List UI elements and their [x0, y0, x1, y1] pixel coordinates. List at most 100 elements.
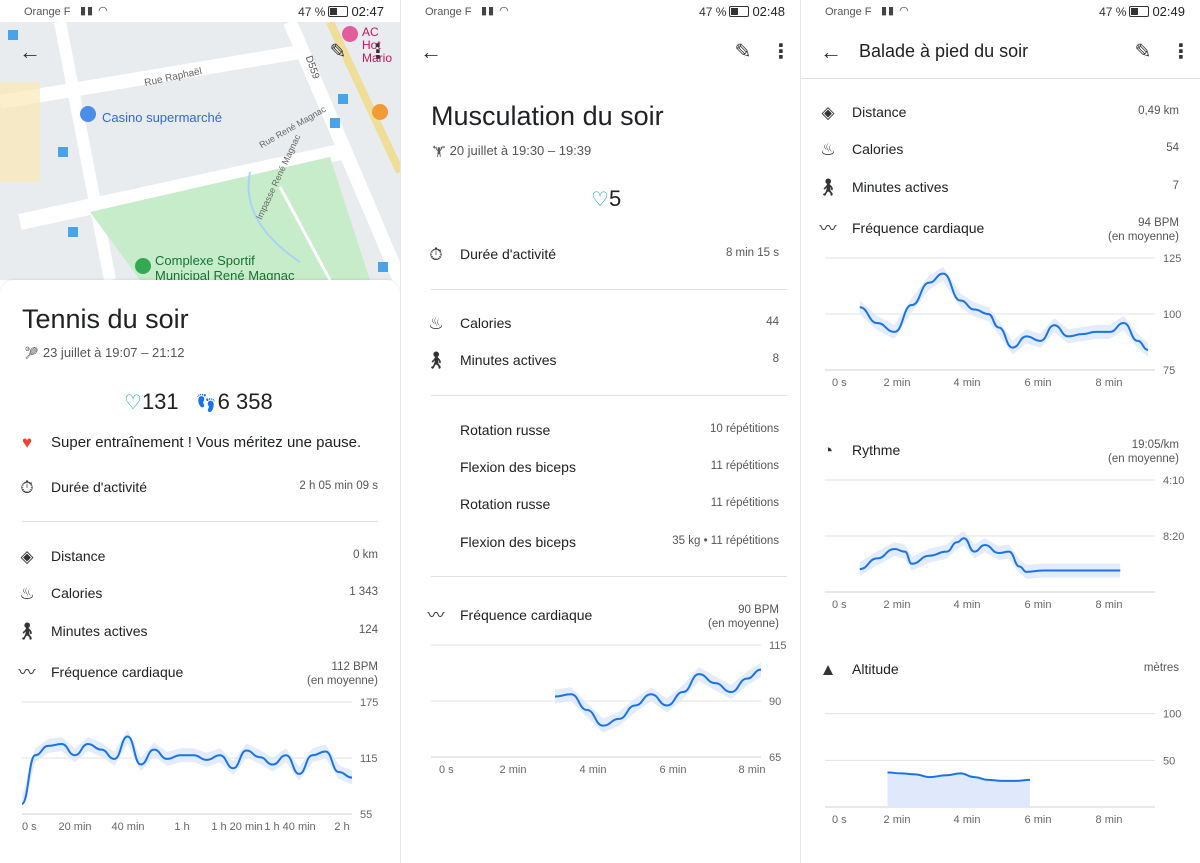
- row-duration: ⏱ Durée d'activité 8 min 15 s: [425, 242, 787, 268]
- y-tick-label: 65: [769, 752, 781, 764]
- walking-icon: 🚶︎: [817, 178, 839, 197]
- heart-rate-value: 94 BPM (en moyenne): [1108, 216, 1179, 244]
- clock: 02:49: [1152, 4, 1185, 19]
- exercise-name: Flexion des biceps: [460, 534, 576, 550]
- distance-value: 0 km: [353, 549, 378, 561]
- back-arrow-icon[interactable]: ←: [817, 38, 845, 66]
- x-tick-label: 2 min: [500, 764, 527, 776]
- activity-date: 🏋︎ 20 juillet à 19:30 – 19:39: [432, 143, 591, 158]
- balade-heart-rate-svg: 125 100 75 0 s 2 min 4 min 6 min 8 min: [825, 253, 1181, 389]
- page-title: Balade à pied du soir: [859, 41, 1029, 61]
- battery-icon: [729, 6, 750, 17]
- stats-summary: ♡5: [591, 186, 621, 212]
- heart-rate-sub: (en moyenne): [307, 675, 378, 687]
- tennis-icon: 🎾︎: [24, 346, 40, 360]
- more-options-icon[interactable]: ⋮: [769, 38, 793, 66]
- battery-icon: [1129, 6, 1150, 17]
- app-bar: ← Balade à pied du soir ✎ ⋮: [801, 30, 1200, 79]
- battery-icon: [328, 6, 349, 17]
- x-tick-label: 20 min: [58, 821, 91, 833]
- row-distance: ◈ Distance 0 km: [16, 544, 386, 570]
- exercise-item[interactable]: Flexion des biceps 35 kg • 11 répétition…: [425, 530, 787, 556]
- row-duration: ⏱ Durée d'activité 2 h 05 min 09 s: [16, 475, 386, 501]
- row-heart-rate: 〰 Fréquence cardiaque 94 BPM (en moyenne): [817, 216, 1187, 244]
- motivation-message: ♥ Super entraînement ! Vous méritez une …: [16, 430, 386, 456]
- divider: [22, 521, 378, 522]
- duration-label: Durée d'activité: [460, 246, 557, 262]
- exercise-item[interactable]: Rotation russe 10 répétitions: [425, 418, 787, 444]
- divider: [431, 576, 787, 577]
- row-active-minutes: 🚶︎ Minutes actives 8: [425, 348, 787, 374]
- pace-per-km: 19:05/km: [1131, 439, 1179, 451]
- y-tick-label: 100: [1163, 309, 1181, 321]
- heart-rate-label: Fréquence cardiaque: [51, 664, 184, 680]
- status-right: 47 % 02:48: [699, 4, 785, 19]
- mountain-icon: ▲: [819, 660, 837, 679]
- map-poi-casino[interactable]: Casino supermarché: [102, 110, 222, 125]
- range-band: [859, 531, 1121, 579]
- exercise-name: Rotation russe: [460, 422, 551, 438]
- x-tick-label: 6 min: [1025, 377, 1052, 389]
- row-heart-rate: 〰 Fréquence cardiaque 112 BPM (en moyenne…: [16, 660, 386, 687]
- edit-pencil-icon[interactable]: ✎: [1129, 38, 1157, 66]
- x-tick-label: 0 s: [832, 814, 847, 826]
- tennis-heart-rate-svg: 175 115 55 0 s 20 min 40 min 1 h 1 h 20 min 1 h …: [21, 697, 378, 833]
- x-tick-label: 2 h: [334, 821, 349, 833]
- x-tick-label: 8 min: [1096, 814, 1123, 826]
- y-tick-label: 55: [360, 809, 372, 821]
- heart-rate-value: 90 BPM (en moyenne): [708, 603, 779, 631]
- heart-rate-bpm: 112 BPM: [331, 661, 378, 673]
- edit-pencil-icon[interactable]: ✎: [729, 38, 757, 66]
- distance-label: Distance: [852, 104, 907, 120]
- pulse-icon: 〰: [427, 606, 445, 625]
- row-calories: ♨ Calories 54: [817, 137, 1187, 163]
- exercise-item[interactable]: Flexion des biceps 11 répétitions: [425, 455, 787, 481]
- y-tick-label: 175: [360, 697, 378, 709]
- more-options-icon[interactable]: ⋮: [1169, 38, 1193, 66]
- back-arrow-icon[interactable]: ←: [16, 38, 44, 66]
- edit-pencil-icon[interactable]: ✎: [324, 38, 352, 66]
- exercise-name: Flexion des biceps: [460, 459, 576, 475]
- row-calories: ♨ Calories 44: [425, 311, 787, 337]
- row-active-minutes: 🚶︎ Minutes actives 7: [817, 175, 1187, 201]
- exercise-item[interactable]: Rotation russe 11 répétitions: [425, 492, 787, 518]
- x-tick-label: 0 s: [832, 377, 847, 389]
- clock: 02:47: [351, 4, 384, 19]
- x-tick-label: 4 min: [954, 377, 981, 389]
- calories-label: Calories: [852, 141, 904, 157]
- divider: [431, 395, 787, 396]
- calories-value: 44: [766, 316, 779, 328]
- back-arrow-icon[interactable]: ←: [417, 38, 445, 66]
- row-calories: ♨ Calories 1 343: [16, 581, 386, 607]
- more-options-icon[interactable]: ⋮: [366, 38, 390, 66]
- status-right: 47 % 02:49: [1099, 4, 1185, 19]
- stats-summary: ♡131 👣︎6 358: [124, 389, 273, 415]
- panel-tennis: Casino supermarché Rue Raphaël Impasse R…: [0, 0, 400, 863]
- activity-title: Tennis du soir: [22, 304, 189, 334]
- google-fit-heart-icon: ♥: [21, 433, 33, 452]
- signal-icon: ▮▮ ◠: [881, 5, 910, 17]
- timer-icon: ⏱: [429, 245, 443, 264]
- distance-label: Distance: [51, 548, 106, 564]
- x-tick-label: 1 h 40 min: [264, 821, 315, 833]
- calories-label: Calories: [51, 585, 103, 601]
- dumbbell-icon: 🏋︎: [432, 146, 446, 158]
- y-tick-label: 75: [1163, 365, 1175, 377]
- map-poi-complexe-line2: Municipal René Magnac: [155, 268, 295, 280]
- balade-pace-svg: 4:10 8:20 0 s 2 min 4 min 6 min 8 min: [825, 475, 1184, 611]
- balade-altitude-svg: 100 50 0 s 2 min 4 min 6 min 8 min: [825, 709, 1181, 826]
- map-poi-complexe[interactable]: Complexe Sportif Municipal René Magnac: [155, 253, 294, 280]
- x-tick-label: 0 s: [439, 764, 454, 776]
- flame-icon: ♨: [820, 140, 836, 159]
- x-tick-label: 0 s: [22, 821, 37, 833]
- row-heart-rate: 〰 Fréquence cardiaque 90 BPM (en moyenne): [425, 603, 787, 631]
- y-tick-label: 115: [360, 753, 378, 765]
- y-tick-label: 4:10: [1163, 475, 1184, 487]
- active-minutes-value: 8: [772, 353, 779, 365]
- motivation-text: Super entraînement ! Vous méritez une pa…: [51, 434, 362, 451]
- y-tick-label: 8:20: [1163, 531, 1184, 543]
- battery-percent: 47 %: [699, 5, 727, 19]
- timer-icon: ⏱: [20, 478, 34, 497]
- y-tick-label: 100: [1163, 709, 1181, 721]
- exercise-detail: 11 répétitions: [710, 460, 779, 472]
